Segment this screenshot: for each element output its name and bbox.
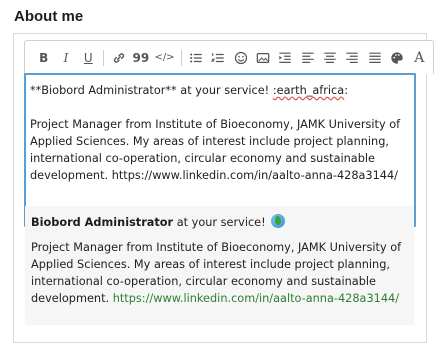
smiley-icon (234, 51, 247, 64)
palette-icon (391, 51, 403, 64)
editor-paragraph: Project Manager from Institute of Bioeco… (30, 118, 401, 182)
indent-icon (279, 52, 292, 63)
editor-card: B I U 99 </> A **Biobord Administrator**… (13, 33, 434, 343)
align-justify-button[interactable] (366, 48, 383, 68)
align-left-icon (301, 52, 314, 63)
italic-button[interactable]: I (57, 48, 74, 68)
align-right-button[interactable] (344, 48, 361, 68)
indent-button[interactable] (277, 48, 294, 68)
align-left-button[interactable] (299, 48, 316, 68)
link-button[interactable] (110, 48, 127, 68)
emoji-button[interactable] (232, 48, 249, 68)
quote-button[interactable]: 99 (132, 48, 149, 68)
earth-africa-icon (271, 214, 286, 228)
color-button[interactable] (388, 48, 405, 68)
editor-line-1: **Biobord Administrator** at your servic… (30, 82, 411, 99)
align-center-button[interactable] (321, 48, 338, 68)
align-right-icon (346, 52, 358, 63)
toolbar-divider (180, 49, 182, 66)
bold-button[interactable]: B (35, 48, 52, 68)
image-icon (256, 52, 270, 63)
toolbar-divider (102, 49, 104, 66)
font-button[interactable]: A (411, 48, 428, 68)
underline-button[interactable]: U (80, 48, 97, 68)
editor-line-1-text: **Biobord Administrator** at your servic… (30, 84, 273, 97)
markdown-preview: Biobord Administrator at your service! P… (25, 206, 414, 325)
preview-line-1: Biobord Administrator at your service! (31, 214, 408, 231)
preview-paragraph: Project Manager from Institute of Bioeco… (31, 239, 408, 307)
image-button[interactable] (254, 48, 271, 68)
link-icon (113, 52, 124, 63)
emoji-shortcode: :earth_africa (272, 84, 345, 97)
linkedin-link[interactable]: https://www.linkedin.com/in/aalto-anna-4… (113, 292, 399, 305)
preview-strong: Biobord Administrator (31, 216, 174, 229)
align-center-icon (324, 52, 336, 63)
preview-after-strong: at your service! (173, 216, 266, 229)
align-justify-icon (368, 52, 381, 63)
bulleted-list-icon (190, 52, 202, 63)
bulleted-list-button[interactable] (187, 48, 204, 68)
numbered-list-button[interactable] (210, 48, 227, 68)
code-button[interactable]: </> (154, 48, 174, 68)
preview-gap (31, 231, 408, 239)
editor-toolbar: B I U 99 </> A (24, 40, 434, 74)
about-me-textarea[interactable]: **Biobord Administrator** at your servic… (24, 73, 416, 227)
editor-line-1-end: : (344, 84, 349, 97)
section-title: About me (14, 8, 84, 25)
numbered-list-icon (211, 52, 225, 62)
